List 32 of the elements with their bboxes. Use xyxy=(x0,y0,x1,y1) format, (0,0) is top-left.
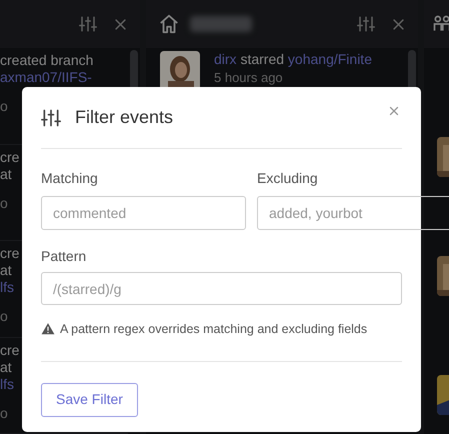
input-field[interactable]: added, yourbot xyxy=(257,196,449,230)
dialog-title: Filter events xyxy=(75,106,174,129)
event-time: o xyxy=(0,307,8,326)
event-text: cre xyxy=(0,245,20,262)
home-icon xyxy=(158,13,180,35)
close-icon[interactable] xyxy=(391,16,406,32)
input-field[interactable]: commented xyxy=(41,196,246,230)
repo-link[interactable]: axman07/IIFS- xyxy=(0,69,92,86)
event-text: created branch xyxy=(0,52,94,69)
event-text: dirx starred yohang/Finite xyxy=(214,51,372,68)
event-time: o xyxy=(0,404,8,422)
warning-text: A pattern regex overrides matching and excluding fields xyxy=(60,321,368,338)
blurred-username xyxy=(190,16,252,32)
event-text: at xyxy=(0,358,12,376)
warning-icon xyxy=(41,322,55,336)
event-text: at xyxy=(0,166,12,182)
close-icon[interactable] xyxy=(113,16,128,32)
event-text: at xyxy=(0,262,12,279)
field-label: Excluding xyxy=(257,169,319,187)
close-icon[interactable] xyxy=(388,104,400,116)
filter-icon[interactable] xyxy=(41,108,61,128)
field-label: Matching xyxy=(41,169,99,187)
event-time: o xyxy=(0,194,8,212)
save-filter-button[interactable]: Save Filter xyxy=(41,382,138,417)
event-text: cre xyxy=(0,342,20,358)
field-label: Pattern xyxy=(41,247,88,265)
repo-link[interactable]: lfs xyxy=(0,279,14,296)
event-time: o xyxy=(0,97,8,116)
repo-link[interactable]: lfs xyxy=(0,376,14,392)
input-field[interactable]: /(starred)/g xyxy=(41,272,402,305)
event-text: cre xyxy=(0,148,20,166)
event-time: 5 hours ago xyxy=(214,70,284,86)
